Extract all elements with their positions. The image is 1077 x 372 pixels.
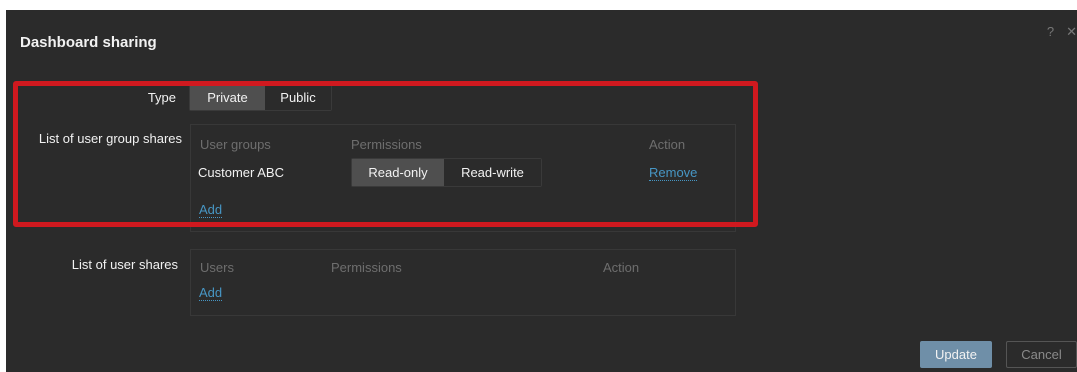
column-header-user-permissions: Permissions [331, 260, 402, 275]
add-group-link[interactable]: Add [199, 202, 223, 218]
remove-link[interactable]: Remove [649, 165, 698, 181]
dialog-title: Dashboard sharing [20, 34, 157, 51]
type-option-public[interactable]: Public [265, 85, 331, 110]
help-icon[interactable]: ? [1047, 24, 1054, 39]
update-button[interactable]: Update [920, 341, 992, 368]
column-header-permissions: Permissions [351, 137, 422, 152]
column-header-user-action: Action [603, 260, 640, 275]
user-shares-table [190, 249, 736, 316]
permission-read-only[interactable]: Read-only [352, 159, 444, 186]
column-header-action: Action [649, 137, 686, 152]
group-name: Customer ABC [198, 165, 284, 180]
user-shares-label: List of user shares [71, 257, 178, 272]
column-header-user-groups: User groups [200, 137, 271, 152]
dialog-header-icons: ? ✕ [1035, 24, 1077, 40]
type-option-private[interactable]: Private [190, 85, 265, 110]
permission-segmented-control: Read-only Read-write [351, 158, 542, 187]
cancel-button[interactable]: Cancel [1006, 341, 1077, 368]
user-group-shares-label: List of user group shares [38, 131, 182, 146]
column-header-users: Users [200, 260, 234, 275]
permission-read-write[interactable]: Read-write [444, 159, 541, 186]
add-user-link[interactable]: Add [199, 285, 223, 301]
type-label: Type [147, 90, 176, 105]
type-segmented-control: Private Public [189, 84, 332, 111]
close-icon[interactable]: ✕ [1066, 24, 1077, 39]
